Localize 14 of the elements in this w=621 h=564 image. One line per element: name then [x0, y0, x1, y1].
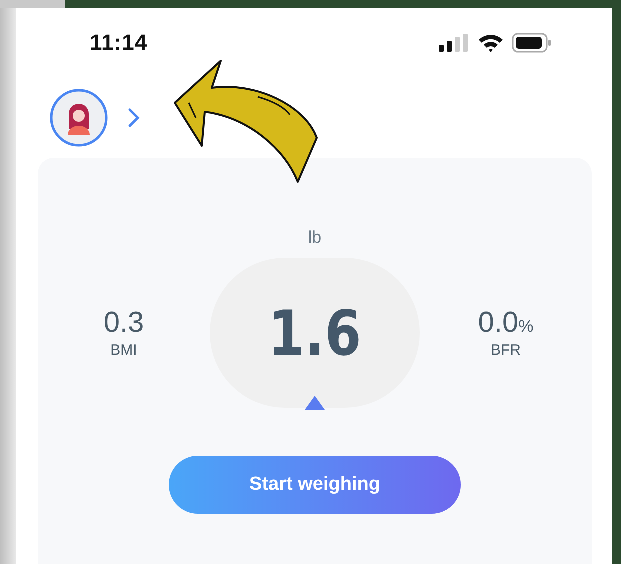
status-time: 11:14	[90, 30, 148, 56]
signal-icon	[439, 34, 470, 52]
stat-value: 0.3	[104, 307, 144, 340]
avatar-icon[interactable]	[50, 89, 108, 147]
stat-value: 0.0%	[478, 307, 534, 340]
weight-value: 1.6	[268, 296, 362, 370]
battery-icon	[512, 33, 552, 53]
wifi-icon	[478, 33, 504, 53]
stat-label: BFR	[491, 342, 521, 359]
triangle-pointer-icon	[305, 396, 325, 410]
start-weighing-button[interactable]: Start weighing	[169, 456, 461, 514]
stat-label: BMI	[110, 342, 138, 359]
weight-unit: lb	[308, 228, 322, 248]
chevron-right-icon[interactable]	[128, 108, 140, 128]
